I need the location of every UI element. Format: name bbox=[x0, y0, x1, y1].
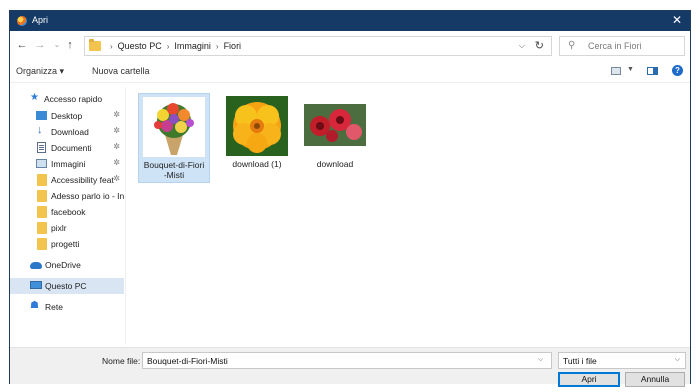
pin-icon[interactable]: ✲ bbox=[113, 126, 120, 135]
filename-label: Nome file: bbox=[102, 356, 141, 366]
download-icon: ↓ bbox=[37, 124, 43, 136]
sidebar-item-pixlr[interactable]: pixlr bbox=[10, 220, 124, 236]
search-box[interactable]: ⚲ Cerca in Fiori bbox=[559, 36, 685, 56]
sidebar-item-label: Download bbox=[51, 127, 89, 137]
onedrive-icon bbox=[30, 262, 42, 269]
view-options-icon[interactable] bbox=[611, 67, 621, 75]
sidebar-item-accessibility[interactable]: Accessibility feat ✲ bbox=[10, 172, 124, 188]
sidebar-item-label: facebook bbox=[51, 207, 86, 217]
file-name: Bouquet-di-Fiori -Misti bbox=[143, 160, 205, 180]
sidebar-item-pictures[interactable]: Immagini ✲ bbox=[10, 156, 124, 172]
new-folder-button[interactable]: Nuova cartella bbox=[92, 66, 150, 76]
breadcrumb: › Questo PC › Immagini › Fiori bbox=[105, 41, 241, 51]
folder-icon bbox=[37, 174, 47, 186]
navigation-pane: ★ Accesso rapido Desktop ✲ ↓ Download ✲ … bbox=[10, 87, 126, 345]
open-file-dialog: Apri ✕ ← → ⌄ ↑ › Questo PC › Immagini › Fiori… bbox=[9, 10, 691, 387]
sidebar-item-network[interactable]: ☗ Rete bbox=[10, 299, 124, 315]
command-bar: Organizza ▾ Nuova cartella ▼ ? bbox=[10, 61, 690, 83]
sidebar-item-onedrive[interactable]: OneDrive bbox=[10, 257, 124, 273]
desktop-icon bbox=[36, 111, 47, 120]
star-icon: ★ bbox=[30, 92, 39, 103]
file-item[interactable]: download bbox=[300, 93, 372, 183]
sidebar-item-desktop[interactable]: Desktop ✲ bbox=[10, 108, 124, 124]
sidebar-item-label: Adesso parlo io - In bbox=[51, 191, 124, 201]
sidebar-item-quick-access[interactable]: ★ Accesso rapido bbox=[10, 91, 124, 107]
sidebar-item-label: Questo PC bbox=[45, 281, 87, 291]
back-arrow-icon[interactable]: ← bbox=[15, 38, 29, 52]
close-icon[interactable]: ✕ bbox=[672, 13, 682, 27]
pin-icon[interactable]: ✲ bbox=[113, 174, 120, 183]
folder-icon bbox=[37, 238, 47, 250]
help-icon[interactable]: ? bbox=[672, 65, 683, 76]
folder-icon bbox=[37, 190, 47, 202]
breadcrumb-separator: › bbox=[110, 42, 113, 51]
pin-icon[interactable]: ✲ bbox=[113, 110, 120, 119]
sidebar-item-label: Accessibility feat bbox=[51, 175, 114, 185]
address-row: ← → ⌄ ↑ › Questo PC › Immagini › Fiori ⌵ ↻ ⚲ … bbox=[10, 33, 690, 59]
documents-icon bbox=[37, 142, 46, 153]
refresh-icon[interactable]: ↻ bbox=[535, 39, 544, 52]
sidebar-item-download[interactable]: ↓ Download ✲ bbox=[10, 124, 124, 140]
this-pc-icon bbox=[30, 281, 42, 289]
sidebar-item-facebook[interactable]: facebook bbox=[10, 204, 124, 220]
window-title: Apri bbox=[32, 15, 49, 25]
cancel-button[interactable]: Annulla bbox=[625, 372, 685, 387]
sidebar-item-label: Rete bbox=[45, 302, 63, 312]
sidebar-item-progetti[interactable]: progetti bbox=[10, 236, 124, 252]
breadcrumb-separator: › bbox=[215, 42, 219, 51]
sidebar-item-label: pixlr bbox=[51, 223, 67, 233]
view-options-chevron-icon[interactable]: ▼ bbox=[627, 66, 634, 73]
organize-menu[interactable]: Organizza ▾ bbox=[16, 66, 64, 77]
app-icon bbox=[17, 16, 27, 26]
address-dropdown-icon[interactable]: ⌵ bbox=[519, 41, 525, 51]
sidebar-item-label: OneDrive bbox=[45, 260, 81, 270]
sidebar-item-label: Accesso rapido bbox=[44, 94, 103, 104]
red-flowers-thumbnail bbox=[304, 104, 366, 146]
forward-arrow-icon[interactable]: → bbox=[33, 38, 47, 52]
filename-input[interactable]: Bouquet-di-Fiori-Misti bbox=[142, 352, 552, 369]
breadcrumb-item[interactable]: Fiori bbox=[224, 41, 242, 51]
pin-icon[interactable]: ✲ bbox=[113, 158, 120, 167]
search-icon: ⚲ bbox=[568, 40, 576, 51]
filetype-select[interactable]: Tutti i file ⌵ bbox=[558, 352, 686, 369]
up-arrow-icon[interactable]: ↑ bbox=[63, 38, 77, 52]
folder-icon bbox=[37, 206, 47, 218]
yellow-flower-thumbnail bbox=[226, 96, 288, 156]
dialog-footer: Nome file: Bouquet-di-Fiori-Misti ⌵ Tutt… bbox=[10, 347, 690, 387]
filetype-value: Tutti i file bbox=[563, 356, 597, 366]
sidebar-item-label: progetti bbox=[51, 239, 80, 249]
file-list: Bouquet-di-Fiori -Misti download (1) dow… bbox=[130, 87, 686, 345]
filename-dropdown-icon[interactable]: ⌵ bbox=[538, 356, 543, 364]
sidebar-item-this-pc[interactable]: Questo PC bbox=[10, 278, 124, 294]
address-bar[interactable]: › Questo PC › Immagini › Fiori ⌵ ↻ bbox=[84, 36, 552, 56]
sidebar-item-label: Immagini bbox=[51, 159, 86, 169]
folder-icon bbox=[89, 39, 101, 51]
folder-icon bbox=[37, 222, 47, 234]
bouquet-thumbnail bbox=[143, 97, 205, 157]
file-item[interactable]: Bouquet-di-Fiori -Misti bbox=[138, 93, 210, 183]
open-button[interactable]: Apri bbox=[558, 372, 620, 387]
sidebar-item-documents[interactable]: Documenti ✲ bbox=[10, 140, 124, 156]
breadcrumb-separator: › bbox=[166, 42, 170, 51]
pin-icon[interactable]: ✲ bbox=[113, 142, 120, 151]
sidebar-item-label: Desktop bbox=[51, 111, 83, 121]
pictures-icon bbox=[36, 159, 47, 168]
title-bar: Apri ✕ bbox=[10, 11, 690, 31]
recent-locations-chevron-icon[interactable]: ⌄ bbox=[50, 38, 64, 52]
file-name: download (1) bbox=[232, 159, 282, 169]
breadcrumb-item[interactable]: Questo PC bbox=[118, 41, 162, 51]
network-icon: ☗ bbox=[30, 300, 39, 311]
breadcrumb-item[interactable]: Immagini bbox=[174, 41, 211, 51]
search-placeholder: Cerca in Fiori bbox=[588, 41, 642, 51]
chevron-down-icon: ⌵ bbox=[674, 356, 680, 363]
preview-pane-icon[interactable] bbox=[647, 67, 658, 75]
sidebar-item-adesso-parlo-io[interactable]: Adesso parlo io - In bbox=[10, 188, 124, 204]
sidebar-item-label: Documenti bbox=[51, 143, 92, 153]
file-item[interactable]: download (1) bbox=[222, 93, 294, 183]
file-name: download bbox=[316, 159, 354, 169]
